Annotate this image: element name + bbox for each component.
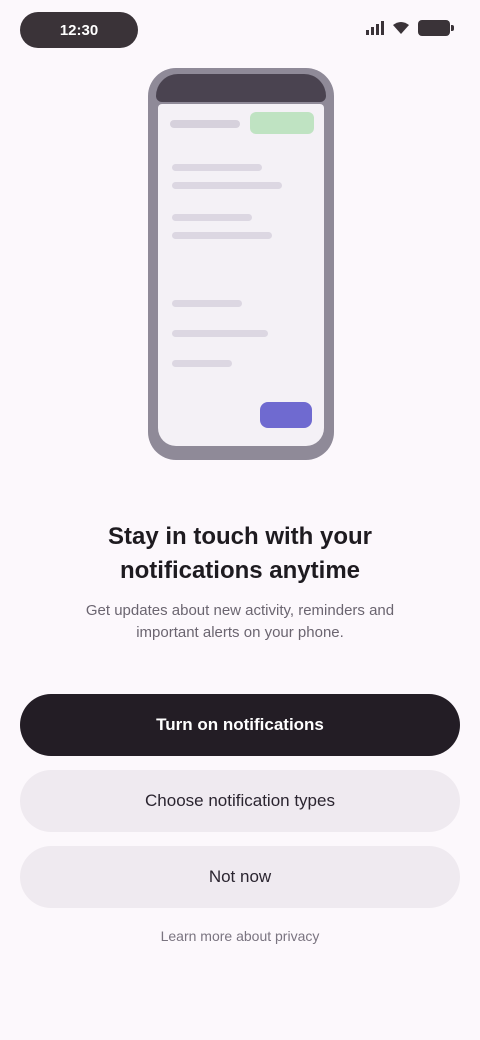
mockup-notification-chip <box>250 112 314 134</box>
mockup-line <box>172 232 272 239</box>
mockup-line <box>172 214 252 221</box>
mockup-line <box>172 164 262 171</box>
mockup-action-button <box>260 402 312 428</box>
wifi-icon <box>393 22 409 34</box>
onboarding-screen: 12:30 Stay in touch with your notificati… <box>0 0 480 1040</box>
signal-icon <box>366 21 384 35</box>
mockup-line <box>172 330 268 337</box>
mockup-line <box>172 182 282 189</box>
onboarding-headline: Stay in touch with your notifications an… <box>107 523 372 584</box>
mockup-line <box>172 300 242 307</box>
privacy-link[interactable]: Learn more about privacy <box>40 928 440 944</box>
mockup-line <box>172 360 232 367</box>
turn-on-notifications-button[interactable]: Turn on notifications <box>20 694 460 756</box>
mockup-header-line <box>170 120 240 128</box>
phone-illustration <box>0 60 480 480</box>
onboarding-description: Get updates about new activity, reminder… <box>85 602 395 641</box>
phone-screen-mockup <box>158 104 324 446</box>
not-now-button[interactable]: Not now <box>20 846 460 908</box>
status-bar: 12:30 <box>0 0 480 60</box>
battery-icon <box>418 20 454 36</box>
phone-frame <box>148 68 334 460</box>
status-time: 12:30 <box>20 12 138 48</box>
status-icons <box>366 20 454 36</box>
phone-top-bar <box>156 74 326 102</box>
choose-notification-types-button[interactable]: Choose notification types <box>20 770 460 832</box>
